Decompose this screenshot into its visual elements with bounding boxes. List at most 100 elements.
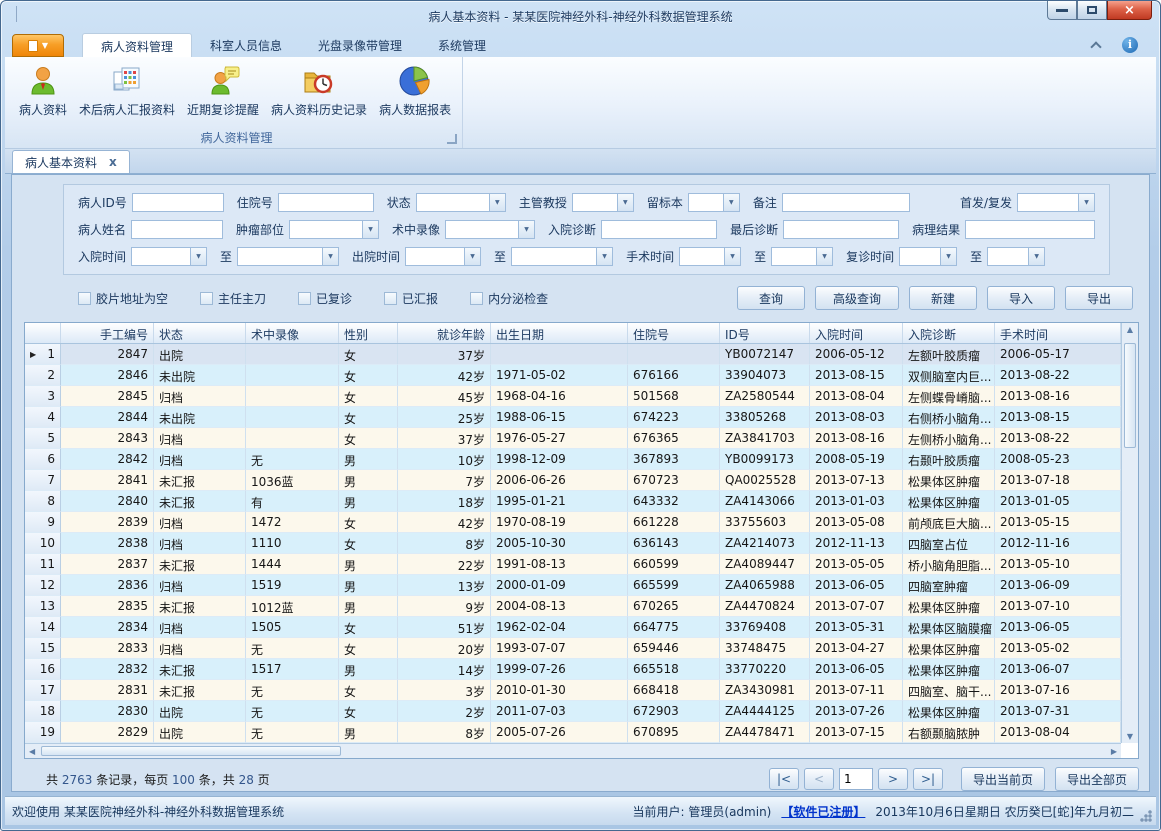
table-cell-admission-no[interactable]: 676166 bbox=[628, 365, 720, 386]
table-cell-gender[interactable]: 女 bbox=[339, 533, 398, 554]
table-cell-manual-no[interactable]: 2836 bbox=[61, 575, 154, 596]
table-cell-status[interactable]: 归档 bbox=[154, 449, 246, 470]
table-cell-admission-no[interactable]: 672903 bbox=[628, 701, 720, 722]
checkbox-endocrine-exam[interactable]: 内分泌检查 bbox=[470, 290, 548, 307]
table-cell-birth-date[interactable]: 1968-04-16 bbox=[491, 386, 628, 407]
column-header-manual-no[interactable]: 手工编号 bbox=[61, 323, 154, 343]
table-cell-admission-date[interactable]: 2012-11-13 bbox=[810, 533, 903, 554]
table-cell-surgery-date[interactable]: 2013-08-04 bbox=[995, 722, 1121, 743]
ribbon-tab-patient-data-management[interactable]: 病人资料管理 bbox=[82, 33, 192, 57]
table-cell-admission-diagnosis[interactable]: 松果体区肿瘤 bbox=[903, 638, 995, 659]
table-cell-id-no[interactable]: ZA2580544 bbox=[720, 386, 810, 407]
table-cell-visit-age[interactable]: 20岁 bbox=[398, 638, 491, 659]
table-cell-status[interactable]: 未出院 bbox=[154, 365, 246, 386]
table-cell-intraop-video[interactable]: 1036蓝 bbox=[246, 470, 339, 491]
checkbox-box[interactable] bbox=[470, 292, 483, 305]
table-cell-surgery-date[interactable]: 2008-05-23 bbox=[995, 449, 1121, 470]
table-cell-intraop-video[interactable]: 1110 bbox=[246, 533, 339, 554]
tab-patient-basic-info[interactable]: 病人基本资料 x bbox=[12, 150, 130, 173]
minimize-button[interactable] bbox=[1047, 1, 1077, 20]
table-cell-gender[interactable]: 女 bbox=[339, 617, 398, 638]
table-cell-birth-date[interactable]: 1988-06-15 bbox=[491, 407, 628, 428]
table-cell-status[interactable]: 出院 bbox=[154, 344, 246, 365]
table-cell-admission-diagnosis[interactable]: 右额颞脑脓肿 bbox=[903, 722, 995, 743]
checkbox-chief-surgeon[interactable]: 主任主刀 bbox=[200, 290, 266, 307]
scroll-right-icon[interactable]: ▶ bbox=[1111, 747, 1117, 756]
table-cell-birth-date[interactable]: 1993-07-07 bbox=[491, 638, 628, 659]
table-cell-admission-diagnosis[interactable]: 松果体区脑膜瘤 bbox=[903, 617, 995, 638]
table-row[interactable]: 22846未出院女42岁1971-05-02676166339040732013… bbox=[25, 365, 1121, 386]
table-cell-id-no[interactable]: YB0099173 bbox=[720, 449, 810, 470]
checkbox-reported[interactable]: 已汇报 bbox=[384, 290, 438, 307]
export-button[interactable]: 导出 bbox=[1065, 286, 1133, 310]
table-row[interactable]: 182830出院无女2岁2011-07-03672903ZA4444125201… bbox=[25, 701, 1121, 722]
table-cell-admission-date[interactable]: 2013-04-27 bbox=[810, 638, 903, 659]
row-selector-cell[interactable]: 2 bbox=[25, 365, 61, 386]
filter-intraop-video-combo[interactable]: ▼ bbox=[445, 220, 535, 239]
table-cell-admission-no[interactable]: 660599 bbox=[628, 554, 720, 575]
table-cell-gender[interactable]: 女 bbox=[339, 638, 398, 659]
table-row[interactable]: 42844未出院女25岁1988-06-15674223338052682013… bbox=[25, 407, 1121, 428]
row-selector-cell[interactable]: 5 bbox=[25, 428, 61, 449]
table-cell-manual-no[interactable]: 2830 bbox=[61, 701, 154, 722]
next-page-button[interactable]: > bbox=[878, 768, 908, 790]
row-selector-cell[interactable]: 16 bbox=[25, 659, 61, 680]
table-row[interactable]: 172831未汇报无女3岁2010-01-30668418ZA343098120… bbox=[25, 680, 1121, 701]
table-cell-gender[interactable]: 女 bbox=[339, 344, 398, 365]
table-cell-id-no[interactable]: 33748475 bbox=[720, 638, 810, 659]
chevron-down-icon[interactable]: ▼ bbox=[816, 248, 832, 265]
table-cell-manual-no[interactable]: 2833 bbox=[61, 638, 154, 659]
prev-page-button[interactable]: < bbox=[804, 768, 834, 790]
table-cell-admission-no[interactable]: 665518 bbox=[628, 659, 720, 680]
table-cell-id-no[interactable]: ZA4065988 bbox=[720, 575, 810, 596]
table-cell-visit-age[interactable]: 8岁 bbox=[398, 722, 491, 743]
filter-revisit-date-from-combo[interactable]: ▼ bbox=[899, 247, 957, 266]
table-cell-status[interactable]: 归档 bbox=[154, 386, 246, 407]
patient-history-record-button[interactable]: 病人资料历史记录 bbox=[265, 61, 373, 121]
table-cell-visit-age[interactable]: 51岁 bbox=[398, 617, 491, 638]
filter-admission-date-from-combo[interactable]: ▼ bbox=[131, 247, 207, 266]
revisit-reminder-button[interactable]: 近期复诊提醒 bbox=[181, 61, 265, 121]
table-row[interactable]: 32845归档女45岁1968-04-16501568ZA25805442013… bbox=[25, 386, 1121, 407]
table-cell-surgery-date[interactable]: 2013-06-05 bbox=[995, 617, 1121, 638]
table-cell-visit-age[interactable]: 2岁 bbox=[398, 701, 491, 722]
table-cell-admission-no[interactable]: 665599 bbox=[628, 575, 720, 596]
table-cell-admission-diagnosis[interactable]: 左额叶胶质瘤 bbox=[903, 344, 995, 365]
table-cell-manual-no[interactable]: 2835 bbox=[61, 596, 154, 617]
table-row[interactable]: 112837未汇报1444男22岁1991-08-13660599ZA40894… bbox=[25, 554, 1121, 575]
table-cell-status[interactable]: 归档 bbox=[154, 575, 246, 596]
table-cell-surgery-date[interactable]: 2013-05-15 bbox=[995, 512, 1121, 533]
column-header-id-no[interactable]: ID号 bbox=[720, 323, 810, 343]
horizontal-scrollbar[interactable]: ◀ ▶ bbox=[25, 743, 1121, 758]
table-cell-id-no[interactable]: 33755603 bbox=[720, 512, 810, 533]
column-header-birth-date[interactable]: 出生日期 bbox=[491, 323, 628, 343]
table-cell-intraop-video[interactable]: 1444 bbox=[246, 554, 339, 575]
chevron-down-icon[interactable]: ▼ bbox=[190, 248, 206, 265]
row-selector-cell[interactable]: 12 bbox=[25, 575, 61, 596]
table-cell-surgery-date[interactable]: 2013-06-07 bbox=[995, 659, 1121, 680]
ribbon-tab-disc-tape-management[interactable]: 光盘录像带管理 bbox=[300, 33, 420, 57]
table-cell-id-no[interactable]: 33769408 bbox=[720, 617, 810, 638]
new-button[interactable]: 新建 bbox=[909, 286, 977, 310]
filter-surgery-date-to-combo[interactable]: ▼ bbox=[771, 247, 833, 266]
table-cell-admission-diagnosis[interactable]: 松果体区肿瘤 bbox=[903, 701, 995, 722]
row-selector-cell[interactable]: 18 bbox=[25, 701, 61, 722]
table-cell-manual-no[interactable]: 2829 bbox=[61, 722, 154, 743]
table-cell-admission-no[interactable] bbox=[628, 344, 720, 365]
row-selector-cell[interactable]: 13 bbox=[25, 596, 61, 617]
table-cell-manual-no[interactable]: 2842 bbox=[61, 449, 154, 470]
table-cell-intraop-video[interactable]: 无 bbox=[246, 680, 339, 701]
column-header-admission-diagnosis[interactable]: 入院诊断 bbox=[903, 323, 995, 343]
table-cell-admission-diagnosis[interactable]: 四脑室肿瘤 bbox=[903, 575, 995, 596]
table-cell-status[interactable]: 归档 bbox=[154, 638, 246, 659]
table-cell-birth-date[interactable]: 2004-08-13 bbox=[491, 596, 628, 617]
table-cell-manual-no[interactable]: 2840 bbox=[61, 491, 154, 512]
filter-discharge-date-from-combo[interactable]: ▼ bbox=[405, 247, 481, 266]
table-cell-admission-no[interactable]: 674223 bbox=[628, 407, 720, 428]
table-cell-admission-no[interactable]: 664775 bbox=[628, 617, 720, 638]
checkbox-box[interactable] bbox=[298, 292, 311, 305]
table-cell-id-no[interactable]: 33770220 bbox=[720, 659, 810, 680]
table-cell-intraop-video[interactable]: 无 bbox=[246, 701, 339, 722]
filter-remarks-input[interactable] bbox=[782, 193, 910, 212]
table-cell-admission-diagnosis[interactable]: 松果体区肿瘤 bbox=[903, 596, 995, 617]
